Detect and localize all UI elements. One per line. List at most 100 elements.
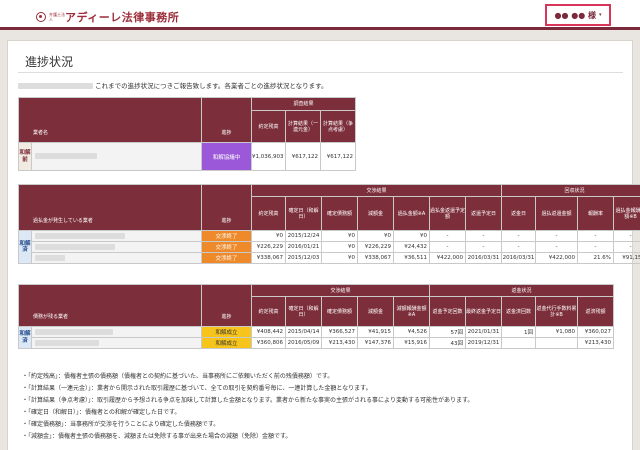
col-header: 返還予定日 xyxy=(465,196,503,231)
vendor-name-cell xyxy=(30,241,203,253)
cell: ¥0 xyxy=(393,230,431,242)
cell: - xyxy=(465,241,503,253)
cell: ¥0 xyxy=(321,230,359,242)
table-row: 交渉終了 ¥338,067 2015/12/03 ¥0 ¥338,067 ¥36… xyxy=(19,252,640,264)
col-ongoing-header: 約定残高 xyxy=(251,110,287,143)
table-row: 交渉終了 ¥226,229 2016/01/21 ¥0 ¥226,229 ¥24… xyxy=(19,241,640,253)
group-negotiation-header: 交渉結果 xyxy=(251,184,503,197)
cell: ¥0 xyxy=(321,241,359,253)
logo-subtitle: 弁護士法人 xyxy=(49,12,65,22)
group-repayment-header: 返金状況 xyxy=(429,284,615,297)
col-header: 約定残高 xyxy=(251,196,287,231)
logo[interactable]: 弁護士法人 アディーレ法律事務所 xyxy=(36,9,179,25)
col-header: 過払金返還予定額 xyxy=(429,196,467,231)
cell: ¥41,915 xyxy=(357,326,395,338)
cell: 2016/05/09 xyxy=(285,337,323,349)
title-divider xyxy=(18,72,623,73)
intro-message: これまでの進捗状況につきご報告致します。各業者ごとの進捗状況となります。 xyxy=(95,82,328,90)
cell: 2015/12/03 xyxy=(285,252,323,264)
cell: ¥0 xyxy=(321,252,359,264)
group-negotiation-header: 交渉結果 xyxy=(251,284,431,297)
cell: 21.6% xyxy=(577,252,615,264)
col-vendor-header: 業者名 xyxy=(17,97,203,143)
cell: ¥0 xyxy=(251,230,287,242)
list-item: 「確定債務額」：当事務所が交渉を行うことにより確定した債務額です。 xyxy=(22,419,622,431)
calc1-cell: ¥617,122 xyxy=(285,142,322,171)
col-header: 約定残高 xyxy=(251,296,287,327)
group-recovery-header: 回収状況 xyxy=(501,184,640,197)
col-header: 過払金報酬金額※B xyxy=(613,196,640,231)
list-item: 「減額金」：債権者主張の債務額を、減額または免除する事が出来た場合の減額（免除）… xyxy=(22,431,622,443)
cell: - xyxy=(501,241,537,253)
cell: 1回 xyxy=(501,326,537,338)
cell: ¥422,000 xyxy=(429,252,467,264)
col-header: 減額金 xyxy=(357,296,395,327)
cell: ¥226,229 xyxy=(357,241,395,253)
col-progress-header: 進捗 xyxy=(201,97,253,143)
cell: ¥24,432 xyxy=(393,241,431,253)
cell xyxy=(535,337,579,349)
cell: - xyxy=(577,241,615,253)
col-header: 返金予定回数 xyxy=(429,296,467,327)
definitions-list: 「約定残高」：債権者主張の債務額（債権者との契約に基づいた、当事務所にご依頼いた… xyxy=(22,371,622,443)
ongoing-cell: ¥1,036,903 xyxy=(251,142,287,171)
col-header: 最終返金予定日 xyxy=(465,296,503,327)
cell: ¥213,430 xyxy=(577,337,615,349)
redacted-name xyxy=(18,83,93,89)
list-item: 「計算結果（一連元金）」：業者から開示された取引履歴に基づいて、全ての取引を契約… xyxy=(22,383,622,395)
cell: 2015/04/14 xyxy=(285,326,323,338)
col-header: 確定日（和解日） xyxy=(285,196,323,231)
col-vendor-header: 過払金が発生している業者 xyxy=(17,184,203,231)
cell: 57回 xyxy=(429,326,467,338)
remaining-debt-table: 債務が残る業者 進捗 交渉結果 返金状況 約定残高 確定日（和解日） 確定債務額… xyxy=(17,284,615,349)
table-row: 和解済 交渉終了 ¥0 2015/12/24 ¥0 ¥0 ¥0 - - - - … xyxy=(18,230,640,264)
calc2-cell: ¥617,122 xyxy=(320,142,357,171)
status-badge: 和解成立 xyxy=(201,326,253,338)
top-bar: 弁護士法人 アディーレ法律事務所 ●● ●● 様 ▾ xyxy=(0,0,640,30)
user-menu-button[interactable]: ●● ●● 様 ▾ xyxy=(545,4,611,26)
list-item: 「確定日（和解日）」：債権者との和解が確定した日です。 xyxy=(22,407,622,419)
page-title: 進捗状況 xyxy=(25,55,74,69)
cell: - xyxy=(613,241,640,253)
cell: ¥338,067 xyxy=(251,252,287,264)
cell: - xyxy=(535,241,579,253)
table-row: 和解前 和解協議中 ¥1,036,903 ¥617,122 ¥617,122 xyxy=(18,142,357,171)
cell: ¥4,526 xyxy=(393,326,431,338)
vendor-name-cell xyxy=(30,326,203,338)
col-header: 減額報酬金額※A xyxy=(393,296,431,327)
cell: 2019/12/31 xyxy=(465,337,503,349)
progress-panel: 進捗状況 これまでの進捗状況につきご報告致します。各業者ごとの進捗状況となります… xyxy=(7,40,640,450)
status-badge: 交渉終了 xyxy=(201,252,253,264)
cell: 2016/01/21 xyxy=(285,241,323,253)
col-header: 過払返還金額 xyxy=(535,196,579,231)
col-header: 返金日 xyxy=(501,196,537,231)
cell: ¥338,067 xyxy=(357,252,395,264)
cell: - xyxy=(429,241,467,253)
col-header: 減額金 xyxy=(357,196,395,231)
cell xyxy=(501,337,537,349)
cell: 2015/12/24 xyxy=(285,230,323,242)
cell: ¥422,000 xyxy=(535,252,579,264)
category-label: 和解前 xyxy=(18,142,32,171)
table-row: 和解成立 ¥360,806 2016/05/09 ¥213,430 ¥147,3… xyxy=(19,337,615,349)
category-label: 和解済 xyxy=(18,230,32,264)
cell: ¥366,527 xyxy=(321,326,359,338)
col-header: 確定債務額 xyxy=(321,296,359,327)
group-survey-header: 調査結果 xyxy=(251,97,357,111)
status-badge: 和解協議中 xyxy=(201,142,253,171)
list-item: 「約定残高」：債権者主張の債務額（債権者との契約に基づいた、当事務所にご依頼いた… xyxy=(22,371,622,383)
cell: 2016/03/31 xyxy=(465,252,503,264)
cell: - xyxy=(577,230,615,242)
cell: ¥213,430 xyxy=(321,337,359,349)
status-badge: 交渉終了 xyxy=(201,241,253,253)
cell: - xyxy=(535,230,579,242)
col-header: 返金代行手数料累計※B xyxy=(535,296,579,327)
col-vendor-header: 債務が残る業者 xyxy=(17,284,203,327)
chevron-down-icon: ▾ xyxy=(598,12,602,18)
list-item: 「計算結果（争点考慮）」：取引履歴から予想される争点を加味して計算した金額となり… xyxy=(22,395,622,407)
vendor-name-cell xyxy=(30,230,203,242)
cell: ¥226,229 xyxy=(251,241,287,253)
logo-name: アディーレ法律事務所 xyxy=(65,11,180,24)
cell: ¥408,442 xyxy=(251,326,287,338)
col-header: 返金済回数 xyxy=(501,296,537,327)
